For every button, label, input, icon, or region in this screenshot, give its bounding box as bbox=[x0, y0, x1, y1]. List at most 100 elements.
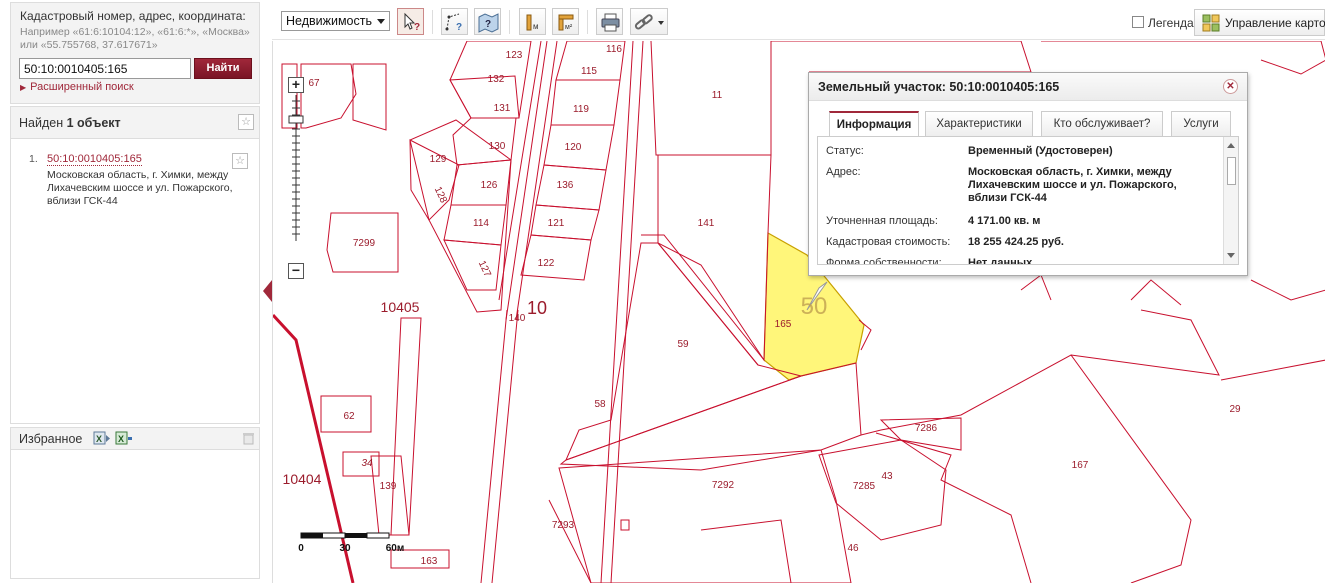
property-value: 4 171.00 кв. м bbox=[968, 215, 1041, 227]
toolbar-separator bbox=[587, 10, 588, 34]
property-key: Уточненная площадь: bbox=[826, 215, 938, 227]
toolbar-separator bbox=[509, 10, 510, 34]
map-query-button[interactable]: ? bbox=[474, 8, 501, 35]
popup-header: Земельный участок: 50:10:0010405:165 ✕ bbox=[809, 73, 1247, 101]
parcel-label: 10405 bbox=[381, 299, 420, 315]
measure-distance-button[interactable]: м bbox=[519, 8, 546, 35]
zoom-in-button[interactable]: + bbox=[288, 77, 304, 93]
excel-export-icon[interactable]: X bbox=[93, 431, 111, 446]
parcel-label: 139 bbox=[380, 481, 397, 492]
zoom-slider[interactable] bbox=[288, 93, 304, 243]
parcel-label: 59 bbox=[677, 339, 689, 350]
results-header: Найден 1 объект ☆ bbox=[11, 107, 259, 139]
property-key: Форма собственности: bbox=[826, 257, 942, 265]
results-count: Найден 1 объект bbox=[19, 116, 121, 130]
advanced-search-link[interactable]: ▶ Расширенный поиск bbox=[20, 81, 134, 93]
map-management-button[interactable]: Управление картой bbox=[1194, 9, 1325, 36]
tab-services[interactable]: Услуги bbox=[1171, 111, 1231, 136]
parcel-label: 67 bbox=[308, 78, 320, 89]
cadastral-link[interactable]: 50:10:0010405:165 bbox=[47, 153, 142, 166]
tab-who-serves[interactable]: Кто обслуживает? bbox=[1041, 111, 1163, 136]
object-type-value: Недвижимость bbox=[286, 14, 372, 28]
scroll-down-icon[interactable] bbox=[1227, 253, 1235, 258]
scroll-up-icon[interactable] bbox=[1227, 143, 1235, 148]
legend-checkbox[interactable] bbox=[1132, 16, 1144, 28]
parcel-label: 132 bbox=[488, 74, 505, 85]
trash-icon[interactable] bbox=[243, 432, 254, 445]
property-value: Нет данных bbox=[968, 257, 1033, 265]
svg-text:?: ? bbox=[485, 19, 491, 30]
legend-label: Легенда bbox=[1148, 16, 1194, 30]
star-icon[interactable]: ☆ bbox=[238, 114, 254, 130]
parcel-label: 130 bbox=[489, 141, 506, 152]
property-value: 18 255 424.25 руб. bbox=[968, 236, 1064, 248]
link-button[interactable] bbox=[630, 8, 668, 35]
search-title: Кадастровый номер, адрес, координата: bbox=[20, 9, 246, 23]
search-input[interactable] bbox=[19, 58, 191, 79]
parcel-label: 115 bbox=[581, 66, 597, 77]
object-type-select[interactable]: Недвижимость bbox=[281, 11, 390, 31]
close-icon[interactable]: ✕ bbox=[1223, 79, 1238, 94]
identify-tool-button[interactable]: ? bbox=[397, 8, 424, 35]
tab-characteristics[interactable]: Характеристики bbox=[925, 111, 1033, 136]
printer-icon bbox=[601, 13, 620, 32]
excel-import-icon[interactable]: X bbox=[115, 431, 133, 446]
parcel-label: 50 bbox=[801, 293, 828, 320]
popup-scrollbar[interactable] bbox=[1223, 137, 1238, 264]
print-button[interactable] bbox=[596, 8, 623, 35]
parcel-label: 7285 bbox=[853, 481, 876, 492]
scale-bar: 0 30 60м bbox=[298, 532, 404, 554]
scroll-thumb[interactable] bbox=[1227, 157, 1236, 185]
parcel-label: 127 bbox=[476, 259, 493, 279]
search-hint: Например «61:6:10104:12», «61:6:*», «Мос… bbox=[20, 26, 250, 51]
parcel-label: 163 bbox=[421, 556, 438, 567]
svg-text:X: X bbox=[118, 434, 124, 444]
star-icon[interactable]: ☆ bbox=[232, 153, 248, 169]
results-label-count: 1 объект bbox=[66, 116, 121, 130]
parcel-label: 7286 bbox=[915, 423, 938, 434]
polygon-question-icon: ? bbox=[445, 13, 462, 33]
advanced-search-label: Расширенный поиск bbox=[30, 81, 134, 93]
popup-title: Земельный участок: 50:10:0010405:165 bbox=[818, 80, 1060, 94]
measure-area-button[interactable]: м² bbox=[552, 8, 579, 35]
favorites-panel: Избранное X X bbox=[10, 427, 260, 579]
parcel-label: 136 bbox=[557, 180, 574, 191]
property-key: Статус: bbox=[826, 145, 864, 157]
collapse-panel-icon[interactable] bbox=[263, 280, 272, 302]
parcel-label: 129 bbox=[430, 154, 447, 165]
map-question-icon: ? bbox=[478, 13, 499, 33]
scale-tick-30: 30 bbox=[339, 543, 351, 554]
chevron-down-icon bbox=[377, 19, 385, 24]
svg-text:X: X bbox=[96, 434, 102, 444]
parcel-label: 165 bbox=[775, 319, 792, 330]
grid-layers-icon bbox=[1202, 14, 1220, 32]
parcel-label: 167 bbox=[1072, 460, 1089, 471]
parcel-label: 140 bbox=[509, 313, 526, 324]
parcel-info-popup: Земельный участок: 50:10:0010405:165 ✕ И… bbox=[808, 72, 1248, 276]
zoom-out-button[interactable]: − bbox=[288, 263, 304, 279]
parcel-label: 7299 bbox=[353, 238, 376, 249]
svg-text:м²: м² bbox=[565, 24, 573, 31]
parcel-label: 43 bbox=[881, 471, 893, 482]
parcel-label: 131 bbox=[494, 103, 511, 114]
results-panel: Найден 1 объект ☆ 1. 50:10:0010405:165 М… bbox=[10, 106, 260, 424]
svg-text:?: ? bbox=[456, 22, 462, 33]
find-button[interactable]: Найти bbox=[194, 58, 252, 79]
parcel-label: 123 bbox=[506, 50, 523, 61]
toolbar: Недвижимость ? ? ? м м² Легенда Управлен… bbox=[272, 0, 1325, 40]
parcel-label: 126 bbox=[481, 180, 498, 191]
property-key: Адрес: bbox=[826, 166, 861, 178]
tab-information[interactable]: Информация bbox=[829, 111, 919, 137]
triangle-right-icon: ▶ bbox=[20, 83, 27, 92]
parcel-label: 10404 bbox=[283, 471, 322, 487]
link-icon bbox=[634, 14, 664, 30]
parcel-label: 46 bbox=[847, 543, 859, 554]
zoom-handle[interactable] bbox=[288, 115, 304, 124]
search-box: Кадастровый номер, адрес, координата: На… bbox=[10, 2, 260, 104]
parcel-label: 119 bbox=[573, 104, 589, 115]
property-value: Московская область, г. Химки, между Лиха… bbox=[968, 166, 1177, 204]
area-query-button[interactable]: ? bbox=[441, 8, 468, 35]
parcel-label: 114 bbox=[473, 218, 489, 229]
left-panel: Кадастровый номер, адрес, координата: На… bbox=[0, 0, 272, 583]
item-address: Московская область, г. Химки, между Лиха… bbox=[47, 169, 233, 207]
